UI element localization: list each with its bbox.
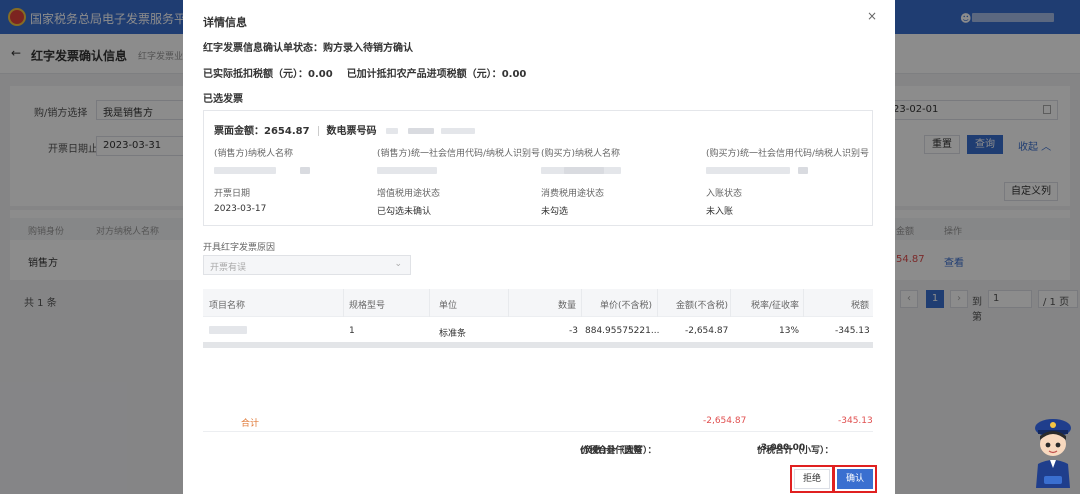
sum-row: 合计 -2,654.87 -345.13: [203, 412, 873, 432]
seller-id-label: (销售方)统一社会信用代码/纳税人识别号: [377, 149, 541, 159]
total-num-value: -3,000.00: [757, 443, 806, 453]
close-icon[interactable]: ×: [867, 9, 877, 23]
tax-deducted-value: 0.00: [308, 69, 333, 80]
col-item-name: 项目名称: [209, 301, 246, 311]
row-amount: -2,654.87: [685, 326, 729, 336]
vat-status-label: 增值税用途状态: [377, 189, 441, 199]
reason-select[interactable]: 开票有误 ⌄: [203, 255, 411, 275]
confirm-status: 红字发票信息确认单状态：购方录入待销方确认: [203, 39, 413, 54]
confirm-button[interactable]: 确认: [837, 469, 873, 489]
col-tax-rate: 税率/征收率: [751, 301, 800, 311]
row-unit-price: 884.95575221...: [585, 326, 660, 336]
invoice-card: 票面金额：2654.87 数电票号码 (销售方)纳税人名称 (销售方)统一社会信用…: [203, 110, 873, 226]
farm-tax-label: 已加计抵扣农产品进项税额（元）：: [346, 69, 502, 80]
account-status-label: 入账状态: [706, 189, 743, 199]
reason-label: 开具红字发票原因: [203, 243, 276, 253]
col-tax: 税额: [851, 301, 870, 311]
row-qty: -3: [569, 326, 578, 336]
issue-date-value: 2023-03-17: [214, 204, 267, 214]
buyer-id-label: (购买方)统一社会信用代码/纳税人识别号: [706, 149, 870, 159]
seller-name-redacted: [214, 167, 276, 174]
row-unit: 标准条: [439, 329, 467, 339]
seller-id-redacted: [377, 167, 437, 174]
digital-no-redacted: [407, 128, 434, 134]
chevron-down-icon: ⌄: [394, 259, 402, 269]
col-spec: 规格型号: [349, 301, 386, 311]
detail-modal: 详情信息 × 红字发票信息确认单状态：购方录入待销方确认 已实际抵扣税额（元）：…: [183, 0, 895, 494]
modal-title: 详情信息: [203, 16, 247, 29]
digital-no-label: 数电票号码: [326, 126, 377, 137]
horizontal-scrollbar[interactable]: [203, 342, 873, 348]
table-row: 1 标准条 -3 884.95575221... -2,654.87 13% -…: [203, 320, 873, 342]
deduction-info: 已实际抵扣税额（元）：0.00 已加计抵扣农产品进项税额（元）：0.00: [203, 65, 526, 80]
buyer-id-redacted: [706, 167, 790, 174]
consumption-status-value: 未勾选: [541, 207, 569, 217]
tax-officer-mascot-icon[interactable]: [1030, 414, 1076, 488]
amount-value: 2654.87: [264, 126, 310, 137]
reject-button[interactable]: 拒绝: [794, 469, 830, 489]
tax-deducted-label: 已实际抵扣税额（元）：: [203, 69, 308, 80]
row-tax: -345.13: [835, 326, 870, 336]
sum-amount: -2,654.87: [703, 416, 747, 426]
seller-name-label: (销售方)纳税人名称: [214, 149, 294, 159]
sum-tax: -345.13: [838, 416, 873, 426]
col-qty: 数量: [558, 301, 577, 311]
issue-date-label: 开票日期: [214, 189, 251, 199]
total-caps-value: (负数)叁仟圆整: [580, 446, 643, 456]
col-amount-ex-tax: 金额(不含税): [676, 301, 729, 311]
row-spec: 1: [349, 326, 355, 336]
consumption-status-label: 消费税用途状态: [541, 189, 605, 199]
vat-status-value: 已勾选未确认: [377, 207, 432, 217]
amount-label: 票面金额：: [214, 126, 264, 137]
selected-invoice-title: 已选发票: [203, 94, 243, 105]
col-unit-price: 单价(不含税): [600, 301, 653, 311]
col-unit: 单位: [439, 301, 458, 311]
farm-tax-value: 0.00: [501, 69, 527, 80]
sum-label: 合计: [241, 419, 260, 429]
buyer-name-label: (购买方)纳税人名称: [541, 149, 621, 159]
status-label: 红字发票信息确认单状态：: [203, 43, 323, 54]
account-status-value: 未入账: [706, 207, 734, 217]
item-name-redacted: [209, 326, 247, 334]
row-tax-rate: 13%: [779, 326, 800, 336]
invoice-card-header: 票面金额：2654.87 数电票号码: [214, 122, 475, 137]
reason-value: 开票有误: [210, 263, 247, 273]
detail-table-header: 项目名称 规格型号 单位 数量 单价(不含税) 金额(不含税) 税率/征收率 税…: [203, 289, 873, 317]
status-value: 购方录入待销方确认: [323, 43, 413, 54]
